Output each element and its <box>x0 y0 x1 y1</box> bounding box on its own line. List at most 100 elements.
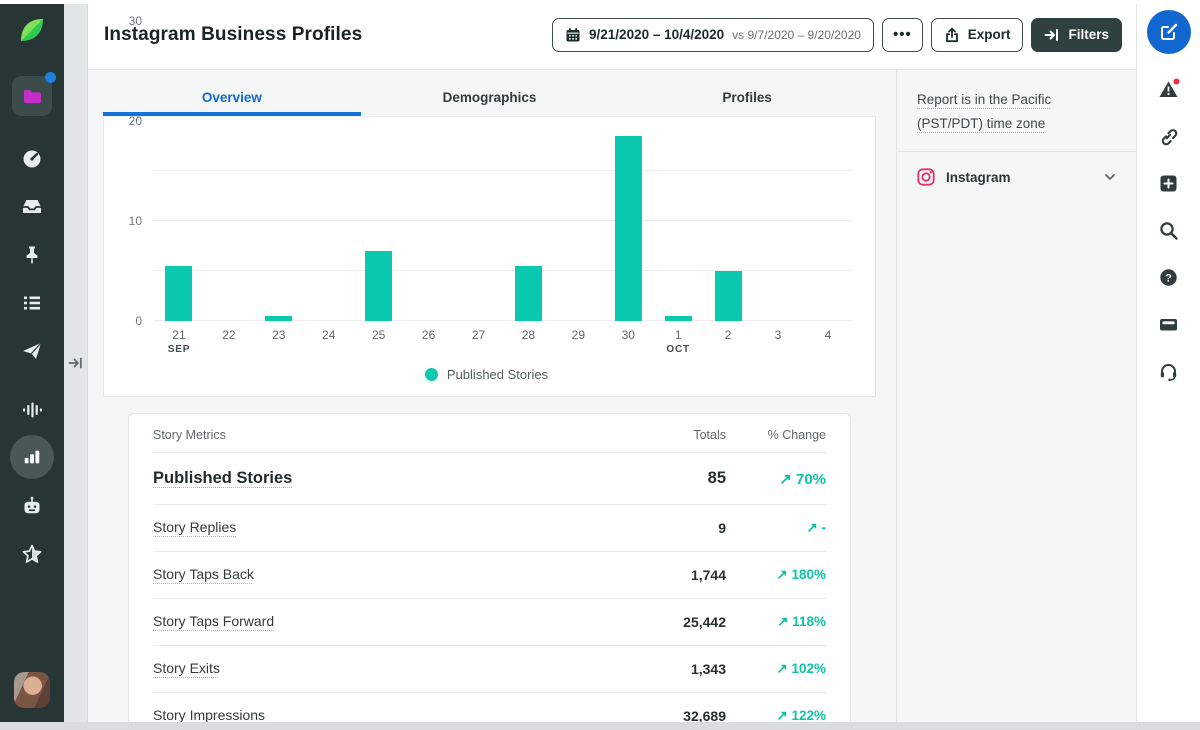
export-button[interactable]: Export <box>930 17 1024 52</box>
card-icon[interactable] <box>1158 314 1179 335</box>
compose-button[interactable] <box>1146 10 1191 54</box>
x-tick-label: 2 <box>724 328 732 342</box>
x-tick-label: 21 <box>172 328 186 342</box>
tab-overview[interactable]: Overview <box>103 82 361 116</box>
bar-slot <box>603 136 653 321</box>
sidebar-item-folders[interactable] <box>12 72 56 116</box>
x-tick-label: 27 <box>471 328 486 342</box>
metric-label[interactable]: Story Impressions <box>153 707 265 723</box>
search-icon[interactable] <box>1158 220 1179 241</box>
pin-icon[interactable] <box>21 244 43 266</box>
metric-label[interactable]: Story Taps Back <box>153 566 254 582</box>
report-center-column: Overview Demographics Profiles 0 10 20 30 21 S… <box>88 14 896 730</box>
y-axis-tick-label: 30 <box>128 14 142 28</box>
x-axis-tick: 30 <box>603 328 653 355</box>
bar-1[interactable] <box>664 316 692 321</box>
metric-cell: Story Replies <box>153 519 616 537</box>
network-label: Instagram <box>946 169 1011 185</box>
x-axis-tick: 2 <box>703 328 753 355</box>
network-filter-instagram[interactable]: Instagram <box>917 152 1116 202</box>
timezone-note[interactable]: Report is in the Pacific (PST/PDT) time … <box>917 88 1116 135</box>
right-utility-rail: ? <box>1136 0 1200 730</box>
filters-label: Filters <box>1068 27 1109 42</box>
bar-23[interactable] <box>265 316 293 321</box>
x-axis-tick: 23 <box>254 328 304 355</box>
inbox-icon[interactable] <box>21 196 43 218</box>
link-icon[interactable] <box>1158 126 1179 147</box>
bar-slot <box>503 266 553 321</box>
published-stories-chart-card: 0 10 20 30 21 SEP 22 23 24 25 26 27 28 29 30 1 OCT 2 3 4 P… <box>103 14 876 397</box>
report-content: Overview Demographics Profiles 0 10 20 30 21 S… <box>88 14 1136 730</box>
x-axis-tick: 21 SEP <box>154 328 204 355</box>
total-value: 9 <box>718 520 726 536</box>
percent-change-value: ↗ 102% <box>776 661 826 676</box>
x-axis-tick: 28 <box>503 328 553 355</box>
metric-label[interactable]: Story Replies <box>153 519 236 535</box>
support-headset-icon[interactable] <box>1158 361 1179 382</box>
user-avatar[interactable] <box>14 672 50 708</box>
table-row: Published Stories 85 ↗ 70% <box>153 452 826 504</box>
total-value: 85 <box>707 469 726 487</box>
table-row: Story Taps Forward 25,442 ↗ 118% <box>153 598 826 645</box>
x-tick-label: 29 <box>571 328 586 342</box>
percent-change-value: ↗ 70% <box>779 470 826 488</box>
help-icon[interactable]: ? <box>1158 267 1179 288</box>
add-icon[interactable] <box>1158 173 1179 194</box>
total-value: 25,442 <box>683 614 726 630</box>
secondary-panel-collapsed <box>64 0 88 730</box>
x-tick-label: 26 <box>421 328 436 342</box>
col-header-percent-change: % Change <box>767 428 826 442</box>
table-row: Story Exits 1,343 ↗ 102% <box>153 645 826 692</box>
expand-panel-arrow-icon[interactable] <box>68 355 84 371</box>
legend-swatch <box>424 368 438 381</box>
bot-icon[interactable] <box>21 495 43 517</box>
bar-slot <box>703 271 753 321</box>
date-range-button[interactable]: 9/21/2020 – 10/4/2020 vs 9/7/2020 – 9/20… <box>552 17 874 52</box>
tab-demographics[interactable]: Demographics <box>361 82 619 116</box>
total-value: 1,343 <box>690 661 726 677</box>
more-options-button[interactable]: ••• <box>881 17 923 52</box>
tab-profiles[interactable]: Profiles <box>618 82 876 116</box>
x-tick-label: 1 <box>674 328 682 342</box>
sidebar-item-reports-active[interactable] <box>10 435 54 479</box>
chart-legend[interactable]: Published Stories <box>114 367 859 384</box>
bar-28[interactable] <box>514 266 542 321</box>
sprout-logo[interactable] <box>16 14 48 46</box>
report-header: Instagram Business Profiles 9/21/2020 – … <box>88 0 1136 70</box>
x-tick-label: 4 <box>824 328 832 342</box>
bar-30[interactable] <box>614 136 642 321</box>
alerts-icon[interactable] <box>1158 78 1180 100</box>
y-axis-tick-label: 20 <box>128 114 142 128</box>
table-header-row: Story Metrics Totals % Change <box>153 416 826 452</box>
metric-label[interactable]: Story Taps Forward <box>153 613 274 629</box>
x-axis-tick: 1 OCT <box>653 328 703 355</box>
x-axis-tick: 25 <box>354 328 404 355</box>
waveform-listening-icon[interactable] <box>21 399 43 421</box>
export-share-icon <box>945 27 958 42</box>
metric-label[interactable]: Story Exits <box>153 660 220 676</box>
bar-slot <box>154 266 204 321</box>
bar-2[interactable] <box>714 271 742 321</box>
instagram-icon <box>917 168 935 186</box>
bar-slot <box>354 251 404 321</box>
x-tick-label: 28 <box>521 328 536 342</box>
list-icon[interactable] <box>21 292 43 314</box>
filters-button[interactable]: Filters <box>1031 17 1122 52</box>
y-axis-tick-label: 10 <box>128 214 142 228</box>
bars-layer <box>154 131 853 321</box>
metric-label[interactable]: Published Stories <box>153 469 292 487</box>
alert-red-dot <box>1173 78 1180 85</box>
chevron-down-icon <box>1105 174 1115 181</box>
bar-25[interactable] <box>365 251 393 321</box>
percent-change-value: ↗ 180% <box>776 567 826 582</box>
star-icon[interactable] <box>21 543 43 565</box>
paper-plane-icon[interactable] <box>21 340 43 362</box>
dashboard-gauge-icon[interactable] <box>21 148 43 170</box>
calendar-icon <box>566 27 580 41</box>
x-axis-tick: 29 <box>553 328 603 355</box>
app-window: Instagram Business Profiles 9/21/2020 – … <box>0 0 1200 730</box>
bar-21[interactable] <box>165 266 193 321</box>
metric-cell: Story Taps Forward <box>153 613 616 631</box>
x-month-label: SEP <box>167 344 191 355</box>
notification-dot <box>45 72 56 83</box>
